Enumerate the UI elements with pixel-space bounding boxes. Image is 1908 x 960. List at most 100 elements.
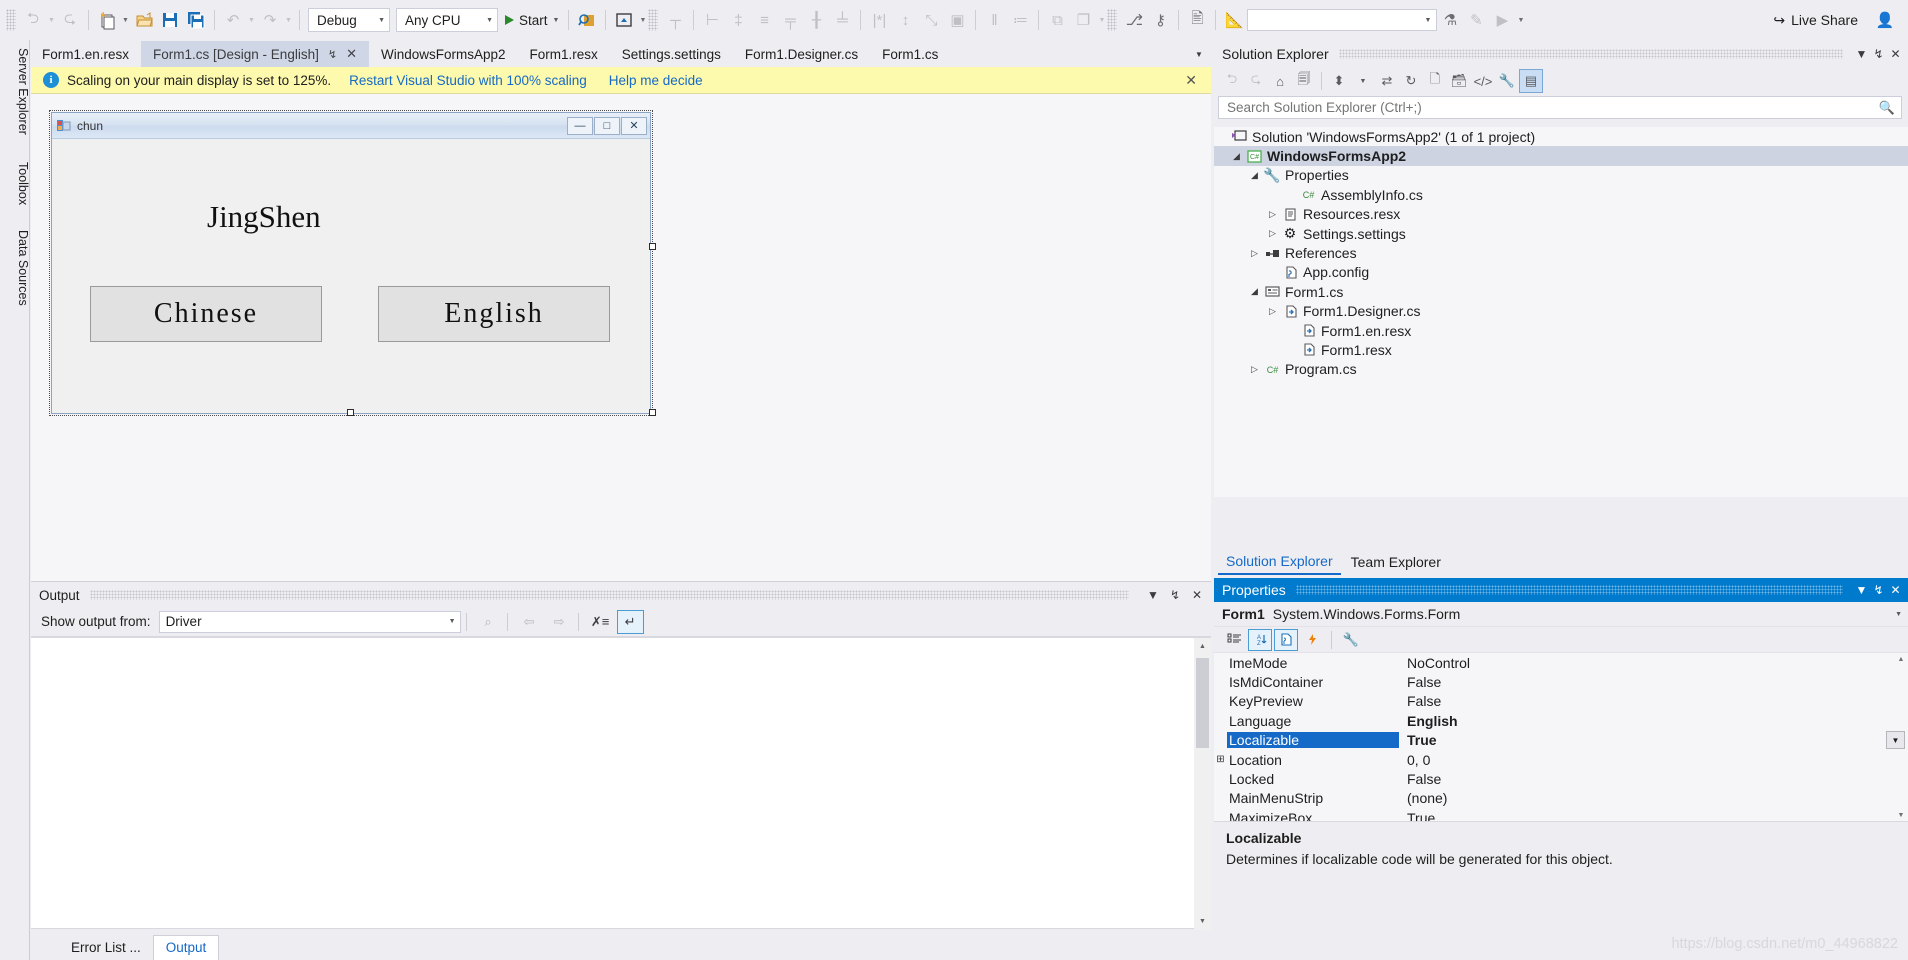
back-arrow-icon[interactable]: ⮌ (20, 7, 46, 33)
sync-with-active-document-icon[interactable]: ⇄ (1375, 69, 1399, 93)
property-row-localizable[interactable]: Localizable True ▼ (1214, 731, 1908, 750)
make-vertical-spacing-equal-icon[interactable]: ‖ (981, 7, 1007, 33)
tree-expander[interactable]: ▷ (1265, 306, 1280, 317)
properties-grid[interactable]: ImeMode NoControl IsMdiContainer False K… (1214, 653, 1908, 826)
open-file-icon[interactable] (131, 7, 157, 33)
scrollbar-thumb[interactable] (1196, 658, 1209, 748)
help-me-decide-link[interactable]: Help me decide (609, 73, 703, 88)
pending-changes-icon[interactable]: 🗐 (1292, 69, 1316, 93)
scroll-up-icon[interactable]: ▲ (1194, 638, 1211, 655)
tree-item-solution[interactable]: Solution 'WindowsFormsApp2' (1 of 1 proj… (1214, 127, 1908, 146)
account-icon[interactable]: 👤 (1872, 7, 1898, 33)
make-horizontal-spacing-equal-icon[interactable]: ≔ (1007, 7, 1033, 33)
redo-caret-icon[interactable]: ▼ (283, 7, 294, 33)
tab-settings-settings[interactable]: Settings.settings (610, 41, 733, 67)
chevron-down-icon[interactable]: ▼ (1853, 583, 1870, 597)
tree-item-resources-resx[interactable]: ▷ Resources.resx (1214, 205, 1908, 224)
properties-icon[interactable]: 🗃 (1447, 69, 1471, 93)
output-text-area[interactable]: ▲ ▼ (31, 637, 1211, 930)
tree-expander[interactable]: ▷ (1247, 364, 1262, 375)
properties-grid-scrollbar[interactable]: ▲ ▼ (1894, 653, 1908, 821)
output-pane-grip[interactable] (89, 590, 1129, 600)
scroll-down-icon[interactable]: ▼ (1894, 809, 1908, 821)
tab-list-chevron-down-icon[interactable]: ▼ (1190, 41, 1208, 67)
tree-item-windowsformsapp2[interactable]: ◢ C# WindowsFormsApp2 (1214, 146, 1908, 166)
code-metrics-icon[interactable]: 📐 (1221, 7, 1247, 33)
property-value[interactable]: False (1399, 771, 1908, 787)
close-icon[interactable]: ✕ (346, 46, 357, 62)
property-row-keypreview[interactable]: KeyPreview False (1214, 692, 1908, 711)
sidebar-item-server-explorer[interactable]: Server Explorer (0, 44, 30, 139)
chinese-button[interactable]: Chinese (90, 286, 322, 342)
tree-item-form1-resx[interactable]: Form1.resx (1214, 340, 1908, 359)
chevron-down-icon[interactable]: ▼ (1895, 611, 1902, 618)
panel-grip[interactable] (1295, 585, 1843, 595)
jingshen-label[interactable]: JingShen (207, 199, 321, 235)
tree-item-references[interactable]: ▷ References (1214, 243, 1908, 262)
resize-handle-right[interactable] (649, 243, 656, 250)
quick-launch-input[interactable]: ▼ (1247, 9, 1438, 31)
undo-caret-icon[interactable]: ▼ (246, 7, 257, 33)
align-tops-icon[interactable]: ┬ (662, 7, 688, 33)
designed-form[interactable]: chun — □ ✕ JingShen Chinese English (51, 112, 651, 414)
row-expander[interactable]: ⊞ (1214, 754, 1227, 765)
layout-overflow-caret-icon[interactable]: ▼ (1096, 7, 1107, 33)
tree-item-form1-cs[interactable]: ◢ Form1.cs (1214, 282, 1908, 301)
align-bottoms-icon[interactable]: ╧ (829, 7, 855, 33)
sidebar-item-data-sources[interactable]: Data Sources (0, 226, 30, 310)
pin-icon[interactable]: ↯ (328, 48, 337, 61)
find-icon[interactable] (574, 7, 600, 33)
property-row-language[interactable]: Language English (1214, 711, 1908, 730)
live-share-button[interactable]: ↪ Live Share (1773, 12, 1858, 29)
output-source-dropdown[interactable]: Driver ▼ (158, 610, 461, 633)
chevron-down-icon[interactable]: ▼ (1351, 69, 1375, 93)
tree-item-properties[interactable]: ◢ 🔧 Properties (1214, 166, 1908, 185)
minimize-icon[interactable]: — (567, 116, 593, 135)
property-row-locked[interactable]: Locked False (1214, 769, 1908, 788)
search-solution-explorer-field[interactable]: 🔍 (1218, 96, 1902, 119)
close-icon[interactable]: ✕ (621, 116, 647, 135)
test-explorer-icon[interactable]: ⚗ (1437, 7, 1463, 33)
undo-icon[interactable]: ↶ (220, 7, 246, 33)
pin-icon[interactable]: ↯ (1167, 588, 1183, 602)
tree-item-form1-en-resx[interactable]: Form1.en.resx (1214, 321, 1908, 340)
back-arrow-icon[interactable]: ⮌ (1220, 69, 1244, 93)
start-debug-button[interactable]: Start ▼ (501, 13, 563, 28)
property-pages-icon[interactable]: 🔧 (1339, 629, 1363, 651)
size-to-grid-icon[interactable]: ⤡ (918, 7, 944, 33)
property-row-mainmenustrip[interactable]: MainMenuStrip (none) (1214, 789, 1908, 808)
resize-handle-bottom-right[interactable] (649, 409, 656, 416)
output-vertical-scrollbar[interactable]: ▲ ▼ (1194, 638, 1211, 930)
tree-item-app-config[interactable]: App.config (1214, 263, 1908, 282)
property-value[interactable]: English (1399, 713, 1908, 729)
source-control-icon[interactable]: ⎇ (1121, 7, 1147, 33)
tab-team-explorer[interactable]: Team Explorer (1343, 550, 1449, 574)
tab-windowsformsapp2[interactable]: WindowsFormsApp2 (369, 41, 518, 67)
clear-all-icon[interactable]: ✗≡ (587, 610, 614, 634)
tree-expander[interactable]: ▷ (1265, 209, 1280, 220)
attach-process-icon[interactable]: ⚷ (1147, 7, 1173, 33)
scroll-up-icon[interactable]: ▲ (1894, 653, 1908, 665)
property-value[interactable]: NoControl (1399, 655, 1908, 671)
property-value[interactable]: 0, 0 (1399, 752, 1908, 768)
forward-arrow-icon[interactable]: ⮎ (57, 7, 83, 33)
property-value[interactable]: False (1399, 693, 1908, 709)
maximize-icon[interactable]: □ (594, 116, 620, 135)
close-icon[interactable]: ✕ (1887, 47, 1904, 61)
run-tests-icon[interactable]: ▶ (1489, 7, 1515, 33)
preview-home-icon[interactable] (611, 7, 637, 33)
save-icon[interactable] (157, 7, 183, 33)
alphabetical-sort-icon[interactable]: AZ (1248, 628, 1272, 651)
properties-page-icon[interactable] (1274, 628, 1298, 651)
preview-caret-icon[interactable]: ▼ (637, 7, 648, 33)
find-message-icon[interactable]: ⌕ (475, 610, 502, 634)
send-to-back-icon[interactable]: ❐ (1070, 7, 1096, 33)
tab-output[interactable]: Output (152, 935, 220, 960)
tree-item-assemblyinfo-cs[interactable]: C# AssemblyInfo.cs (1214, 185, 1908, 204)
tree-expander[interactable]: ◢ (1247, 286, 1262, 297)
property-row-ismdicontainer[interactable]: IsMdiContainer False (1214, 672, 1908, 691)
property-value[interactable]: False (1399, 674, 1908, 690)
wrench-icon[interactable]: 🔧 (1495, 69, 1519, 93)
go-to-previous-icon[interactable]: ⇦ (516, 610, 543, 634)
property-value[interactable]: True (1399, 732, 1886, 748)
